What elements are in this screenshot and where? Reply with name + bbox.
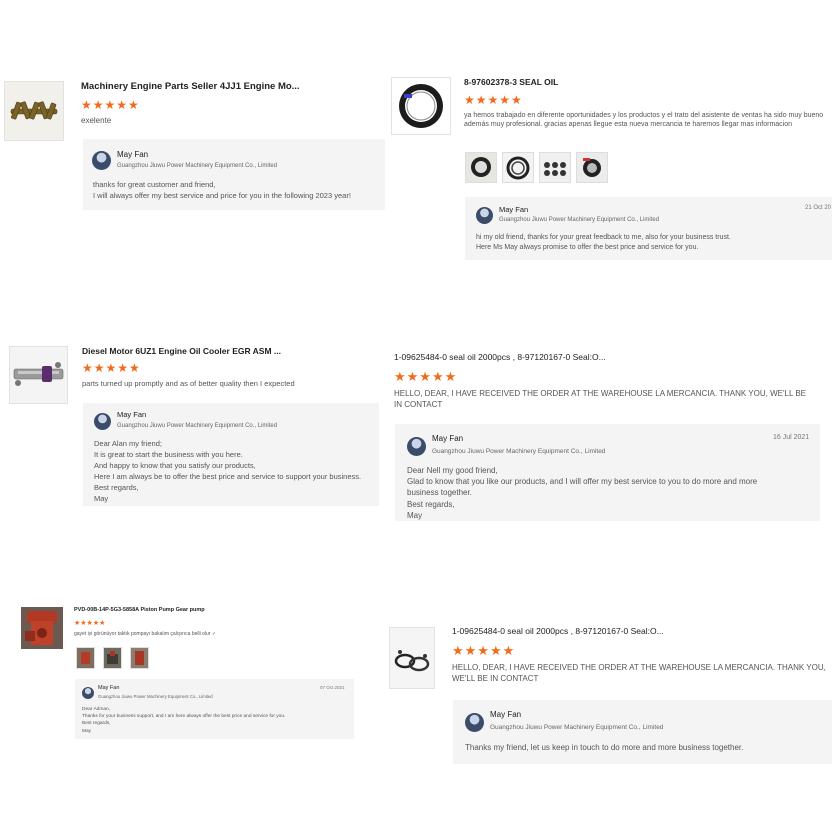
seal-ring-image: [390, 628, 434, 688]
review-product-title[interactable]: PVD-00B-14P-5G3-5858A Piston Pump Gear p…: [74, 607, 274, 613]
product-thumbnail[interactable]: [9, 346, 68, 404]
review-product-title[interactable]: 8-97602378-3 SEAL OIL: [464, 77, 664, 87]
review-text: ya hemos trabajado en diferente oportuni…: [464, 112, 824, 129]
reply-text: Dear Nell my good friend, Glad to know t…: [407, 466, 758, 520]
review-product-title[interactable]: Diesel Motor 6UZ1 Engine Oil Cooler EGR …: [82, 346, 282, 356]
photo-thumbnail[interactable]: [103, 647, 122, 669]
crankshaft-image: [5, 82, 63, 140]
rating-stars: ★★★★★: [464, 93, 523, 107]
seller-reply: May Fan Guangzhou Jiuwu Power Machinery …: [453, 700, 832, 764]
reply-text: Dear Alan my friend; It is great to star…: [94, 439, 362, 503]
review-product-title[interactable]: 1-09625484-0 seal oil 2000pcs , 8-971201…: [452, 626, 682, 636]
reply-author: May Fan: [98, 685, 120, 691]
reply-text: Dear Adman, Thanks for your business sup…: [82, 707, 286, 734]
avatar: [407, 437, 426, 456]
reply-author: May Fan: [490, 710, 522, 719]
product-thumbnail[interactable]: [4, 81, 64, 141]
reply-text: thanks for great customer and friend, I …: [93, 180, 351, 200]
photo-thumbnail[interactable]: [130, 647, 149, 669]
avatar: [94, 413, 111, 430]
product-thumbnail[interactable]: [389, 627, 435, 689]
avatar: [465, 713, 484, 732]
seller-reply: May Fan Guangzhou Jiuwu Power Machinery …: [395, 424, 820, 521]
reply-company: Guangzhou Jiuwu Power Machinery Equipmen…: [117, 163, 278, 169]
product-thumbnail[interactable]: [391, 77, 451, 135]
photo-thumbnail[interactable]: [539, 152, 571, 183]
reply-company: Guangzhou Jiuwu Power Machinery Equipmen…: [490, 724, 664, 731]
rating-stars: ★★★★★: [394, 369, 458, 384]
reply-author: May Fan: [499, 205, 529, 214]
seller-reply: May Fan Guangzhou Jiuwu Power Machinery …: [75, 679, 354, 739]
reply-author: May Fan: [117, 410, 147, 419]
reply-company: Guangzhou Jiuwu Power Machinery Equipmen…: [98, 694, 213, 699]
review-product-title[interactable]: 1-09625484-0 seal oil 2000pcs , 8-971201…: [394, 352, 614, 362]
seller-reply: May Fan Guangzhou Jiuwu Power Machinery …: [465, 197, 832, 260]
rating-stars: ★★★★★: [452, 643, 516, 658]
reply-date: 21 Oct 20: [805, 205, 832, 211]
reply-text: Thanks my friend, let us keep in touch t…: [465, 743, 744, 752]
photo-thumbnail[interactable]: [76, 647, 95, 669]
photo-thumbnail[interactable]: [576, 152, 608, 183]
seal-ring-image: [399, 84, 443, 128]
photo-thumbnail[interactable]: [502, 152, 534, 183]
reply-date: 07 Oct 2021: [320, 685, 345, 690]
review-product-title[interactable]: Machinery Engine Parts Seller 4JJ1 Engin…: [81, 81, 301, 92]
review-text: parts turned up promptly and as of bette…: [82, 379, 295, 388]
review-text: HELLO, DEAR, I HAVE RECEIVED THE ORDER A…: [394, 389, 806, 409]
reply-text: hi my old friend, thanks for your great …: [476, 234, 731, 251]
rating-stars: ★★★★★: [82, 361, 141, 375]
reply-author: May Fan: [117, 150, 149, 159]
avatar: [82, 687, 94, 699]
reply-author: May Fan: [432, 434, 464, 443]
seller-reply: May Fan Guangzhou Jiuwu Power Machinery …: [83, 403, 379, 506]
review-text: HELLO, DEAR, I HAVE RECEIVED THE ORDER A…: [452, 663, 826, 683]
avatar: [476, 207, 493, 224]
review-text: gayet iyi görünüyor taktık pompayı bakal…: [74, 631, 217, 637]
reply-company: Guangzhou Jiuwu Power Machinery Equipmen…: [499, 217, 660, 223]
reply-date: 16 Jul 2021: [773, 434, 810, 441]
reply-company: Guangzhou Jiuwu Power Machinery Equipmen…: [432, 448, 606, 455]
review-text: exelente: [81, 116, 112, 125]
reply-company: Guangzhou Jiuwu Power Machinery Equipmen…: [117, 423, 278, 429]
product-thumbnail[interactable]: [21, 607, 63, 649]
rating-stars: ★★★★★: [81, 98, 140, 112]
avatar: [92, 151, 111, 170]
photo-thumbnail[interactable]: [465, 152, 497, 183]
piston-pump-image: [21, 607, 63, 649]
seller-reply: May Fan Guangzhou Jiuwu Power Machinery …: [83, 139, 385, 210]
oil-cooler-image: [10, 347, 67, 403]
rating-stars: ★★★★★: [74, 620, 106, 627]
